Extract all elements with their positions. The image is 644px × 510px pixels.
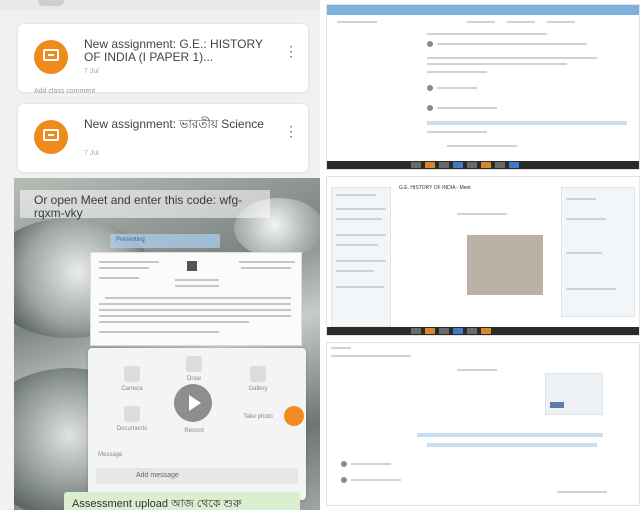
desktop-screenshot-document: G.E. HISTORY OF INDIA - Meet — [326, 176, 640, 336]
desktop-screenshot-email — [326, 4, 640, 170]
camera-icon — [124, 366, 140, 382]
assignment-icon — [34, 40, 68, 74]
upload-toast: Assessment upload আজ থেকে শুরু — [64, 492, 300, 510]
share-option[interactable]: Documents — [108, 406, 156, 432]
draw-icon — [186, 356, 202, 372]
handle-bar — [38, 0, 64, 6]
assignment-date: 7 Jul — [84, 150, 99, 157]
assignment-date: 7 Jul — [84, 68, 99, 75]
browser-toolbar — [327, 5, 639, 15]
assignment-title: New assignment: ভারতীয় Science — [84, 117, 264, 131]
document-thumbnail — [467, 235, 543, 295]
share-option[interactable]: Draw — [170, 356, 218, 382]
share-option[interactable]: Camera — [108, 366, 156, 392]
share-sheet: Camera Draw Gallery Documents Record Tak… — [88, 348, 306, 500]
fab-button[interactable] — [284, 406, 304, 426]
more-vert-icon[interactable]: ⋮ — [284, 44, 298, 58]
assignment-icon — [34, 120, 68, 154]
seal-icon — [187, 261, 197, 271]
assignment-title: New assignment: G.E.: HISTORY OF INDIA (… — [84, 37, 263, 64]
message-label: Message — [98, 452, 123, 458]
taskbar — [327, 161, 639, 169]
play-icon[interactable] — [174, 384, 212, 422]
message-input[interactable] — [96, 468, 298, 484]
share-option-label[interactable]: Record — [170, 428, 218, 434]
left-panel — [331, 187, 391, 327]
presenting-chip[interactable]: Presenting — [110, 234, 220, 248]
desktop-screenshot-chat — [326, 342, 640, 506]
meeting-title: G.E. HISTORY OF INDIA - Meet — [399, 185, 471, 191]
right-panel — [561, 187, 635, 317]
screenshot-collage: New assignment: G.E.: HISTORY OF INDIA (… — [0, 0, 644, 510]
chat-bubble — [545, 373, 603, 415]
phone-screenshots: New assignment: G.E.: HISTORY OF INDIA (… — [0, 0, 320, 510]
add-comment-link[interactable]: Add class comment — [34, 88, 95, 95]
meet-code-text: Or open Meet and enter this code: wfg-rq… — [34, 193, 243, 220]
taskbar — [327, 327, 639, 335]
assignment-card-1[interactable]: New assignment: G.E.: HISTORY OF INDIA (… — [18, 24, 308, 92]
more-vert-icon[interactable]: ⋮ — [284, 124, 298, 138]
gallery-icon — [250, 366, 266, 382]
share-option[interactable]: Gallery — [234, 366, 282, 392]
assignment-card-2[interactable]: New assignment: ভারতীয় Science 7 Jul ⋮ — [18, 104, 308, 172]
document-preview — [90, 252, 302, 346]
document-icon — [124, 406, 140, 422]
share-option-label[interactable]: Take photo — [234, 414, 282, 420]
message-placeholder: Add message — [136, 472, 179, 479]
